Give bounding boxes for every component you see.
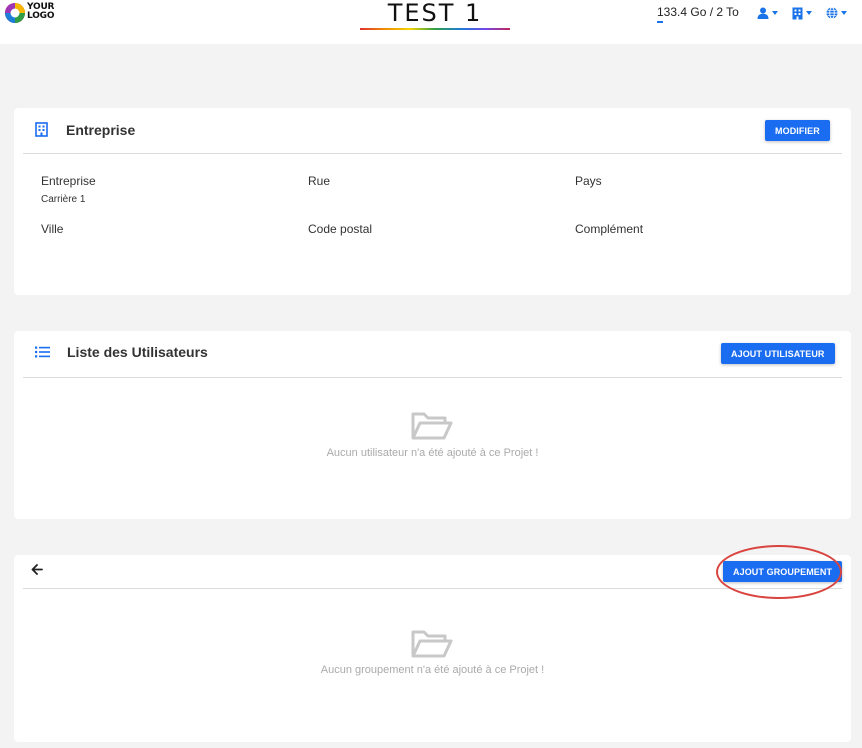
folder-open-icon bbox=[411, 630, 453, 658]
folder-open-icon bbox=[411, 412, 453, 440]
company-card: Entreprise MODIFIER Entreprise Carrière … bbox=[14, 108, 851, 295]
field-label-pays: Pays bbox=[575, 174, 602, 188]
building-icon bbox=[792, 7, 803, 19]
field-label-complement: Complément bbox=[575, 222, 644, 236]
logo-icon bbox=[5, 3, 25, 23]
logo[interactable]: YOUR LOGO bbox=[0, 0, 60, 30]
field-label-code-postal: Code postal bbox=[308, 222, 373, 236]
building-icon bbox=[35, 122, 48, 137]
chevron-down-icon bbox=[841, 11, 847, 15]
field-value-entreprise: Carrière 1 bbox=[41, 194, 86, 205]
user-icon bbox=[757, 7, 769, 19]
groups-empty-message: Aucun groupement n'a été ajouté à ce Pro… bbox=[320, 664, 545, 676]
logo-line2: LOGO bbox=[27, 11, 55, 21]
users-card-title: Liste des Utilisateurs bbox=[67, 344, 208, 360]
divider bbox=[23, 153, 842, 154]
storage-usage: 133.4 Go / 2 To bbox=[657, 5, 739, 19]
company-card-header: Entreprise MODIFIER bbox=[14, 108, 851, 154]
users-empty-message: Aucun utilisateur n'a été ajouté à ce Pr… bbox=[326, 447, 539, 459]
add-user-button[interactable]: AJOUT UTILISATEUR bbox=[721, 343, 835, 364]
globe-icon bbox=[826, 7, 838, 19]
field-label-rue: Rue bbox=[308, 174, 331, 188]
list-icon bbox=[35, 346, 50, 358]
user-menu-button[interactable] bbox=[757, 4, 778, 22]
company-menu-button[interactable] bbox=[792, 4, 812, 22]
title-underline bbox=[360, 28, 510, 30]
edit-company-button[interactable]: MODIFIER bbox=[765, 120, 830, 141]
logo-text: YOUR LOGO bbox=[27, 3, 55, 21]
field-label-ville: Ville bbox=[41, 222, 64, 236]
page-title: TEST 1 bbox=[387, 0, 483, 27]
field-label-entreprise: Entreprise bbox=[41, 174, 96, 188]
divider bbox=[23, 377, 842, 378]
language-menu-button[interactable] bbox=[826, 4, 847, 22]
chevron-down-icon bbox=[806, 11, 812, 15]
back-arrow-icon[interactable] bbox=[31, 564, 43, 575]
company-card-title: Entreprise bbox=[66, 122, 136, 138]
divider bbox=[23, 588, 842, 589]
highlight-annotation bbox=[716, 545, 842, 599]
users-card-header: Liste des Utilisateurs AJOUT UTILISATEUR bbox=[14, 331, 851, 377]
users-card: Liste des Utilisateurs AJOUT UTILISATEUR… bbox=[14, 331, 851, 519]
storage-progress-bar bbox=[657, 21, 663, 23]
top-bar: YOUR LOGO TEST 1 133.4 Go / 2 To bbox=[0, 0, 862, 44]
chevron-down-icon bbox=[772, 11, 778, 15]
